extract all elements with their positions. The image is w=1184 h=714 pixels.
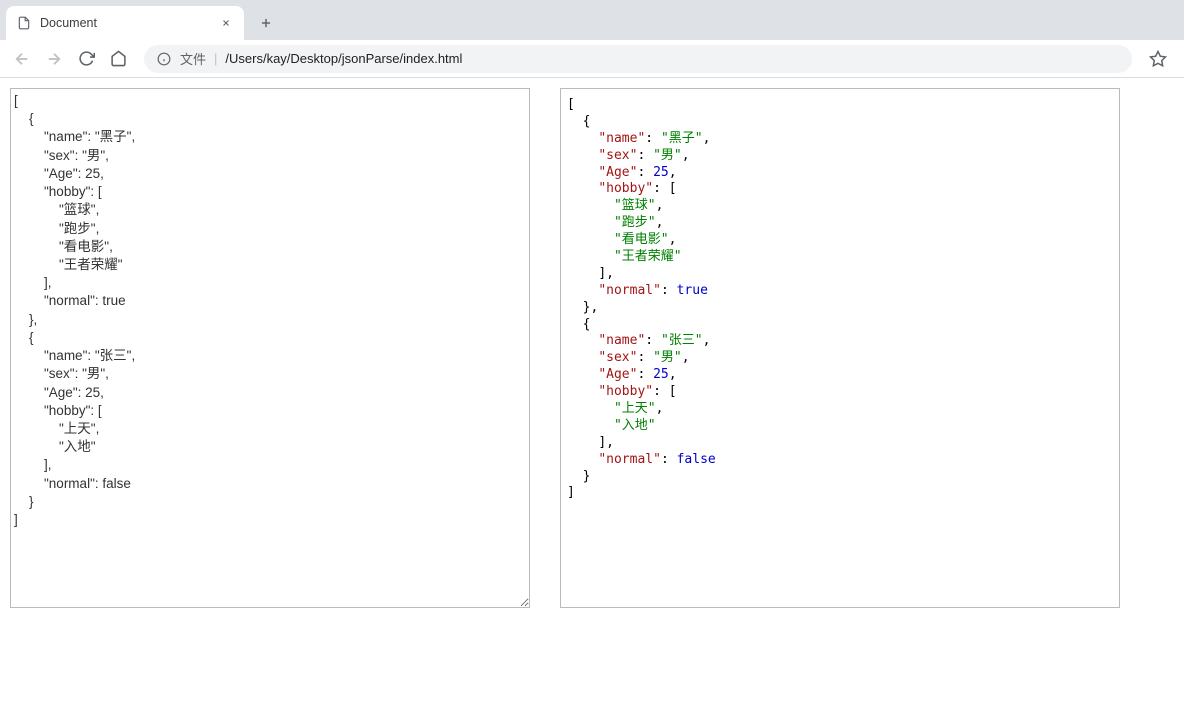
back-button[interactable]	[8, 45, 36, 73]
reload-button[interactable]	[72, 45, 100, 73]
info-icon	[156, 51, 172, 67]
close-icon[interactable]	[218, 15, 234, 31]
url-path: /Users/kay/Desktop/jsonParse/index.html	[225, 51, 462, 66]
json-input-textarea[interactable]: [ { "name": "黑子", "sex": "男", "Age": 25,…	[10, 88, 530, 608]
browser-tab[interactable]: Document	[6, 6, 244, 40]
forward-button[interactable]	[40, 45, 68, 73]
home-button[interactable]	[104, 45, 132, 73]
file-icon	[16, 15, 32, 31]
url-separator: |	[214, 51, 217, 66]
tab-strip: Document	[0, 0, 1184, 40]
browser-toolbar: 文件 | /Users/kay/Desktop/jsonParse/index.…	[0, 40, 1184, 78]
address-bar[interactable]: 文件 | /Users/kay/Desktop/jsonParse/index.…	[144, 45, 1132, 73]
browser-chrome: Document 文件 | /Users/kay/Desktop/	[0, 0, 1184, 78]
tab-title: Document	[40, 16, 210, 30]
bookmark-button[interactable]	[1144, 45, 1172, 73]
page-content: [ { "name": "黑子", "sex": "男", "Age": 25,…	[0, 78, 1184, 618]
new-tab-button[interactable]	[252, 9, 280, 37]
url-prefix: 文件	[180, 49, 206, 68]
json-output-panel: [ { "name": "黑子", "sex": "男", "Age": 25,…	[560, 88, 1120, 608]
